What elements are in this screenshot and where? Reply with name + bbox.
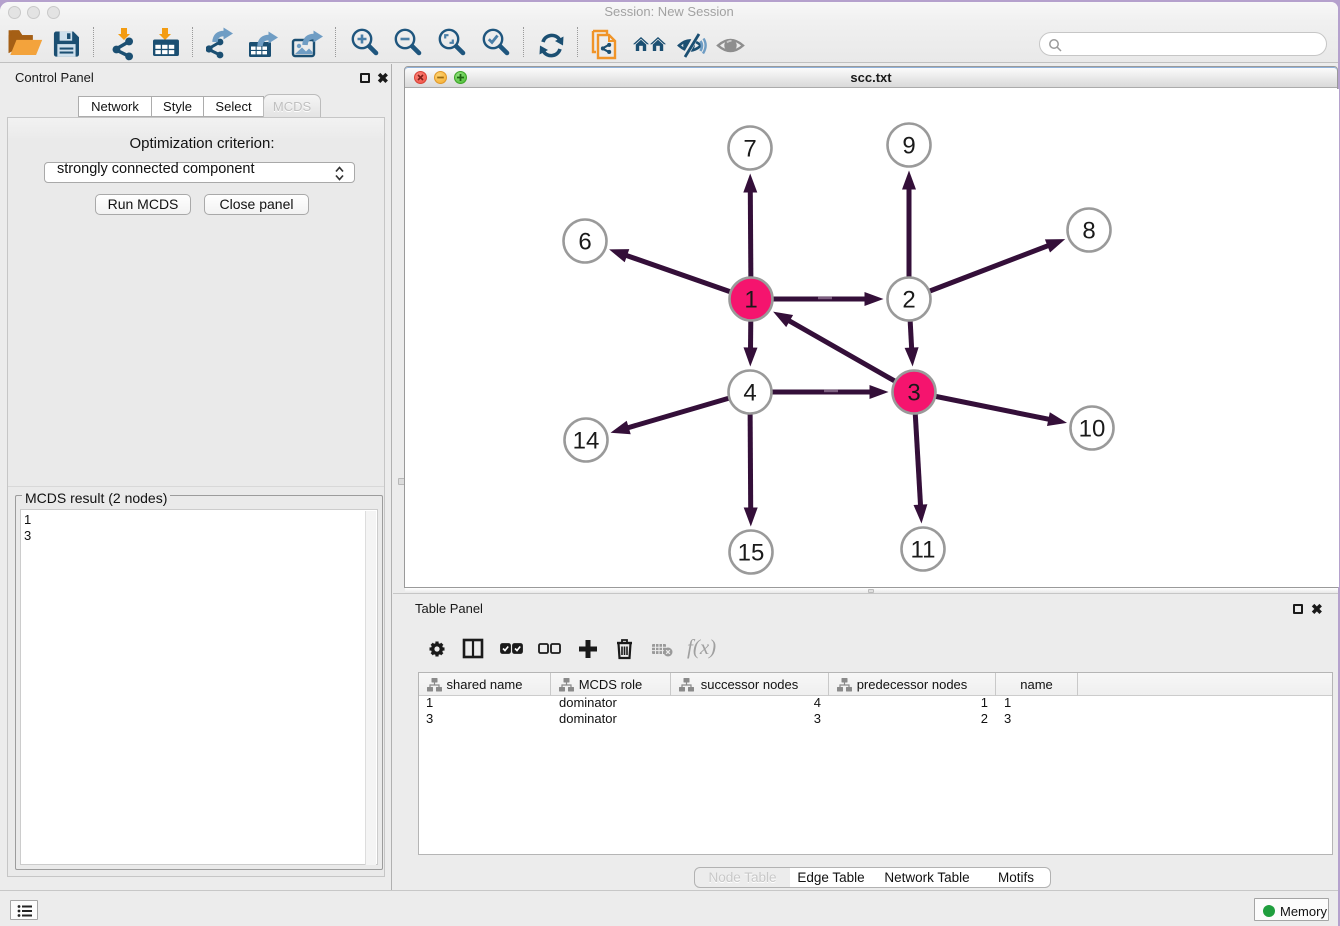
svg-text:10: 10 <box>1079 416 1106 443</box>
svg-text:14: 14 <box>573 428 600 455</box>
svg-text:15: 15 <box>738 540 765 567</box>
svg-text:6: 6 <box>578 229 591 256</box>
svg-text:4: 4 <box>743 380 756 407</box>
svg-text:7: 7 <box>743 136 756 163</box>
svg-text:9: 9 <box>902 133 915 160</box>
svg-text:8: 8 <box>1082 218 1095 245</box>
svg-text:2: 2 <box>902 287 915 314</box>
svg-text:1: 1 <box>744 287 757 314</box>
svg-text:3: 3 <box>907 380 920 407</box>
svg-text:11: 11 <box>911 537 936 564</box>
